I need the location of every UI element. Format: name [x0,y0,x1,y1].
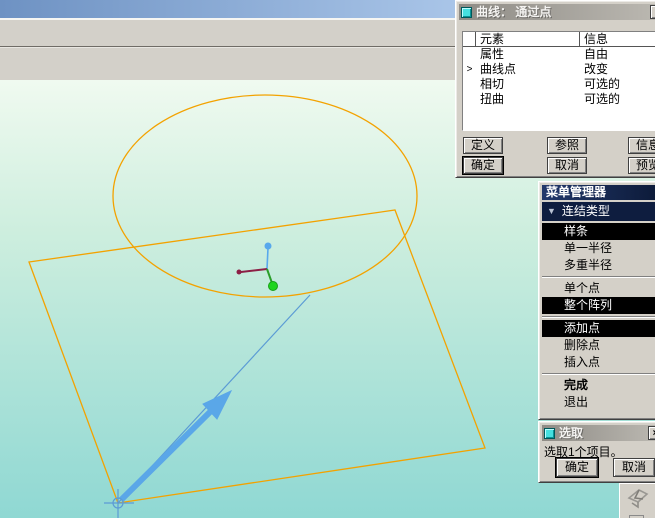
col-info: 信息 [580,32,655,46]
menu-item-quit[interactable]: 退出 [542,394,655,411]
menu-separator [542,276,655,278]
right-toolbar [619,483,655,518]
table-row[interactable]: 扭曲 可选的 [463,92,655,107]
menu-item-add-point[interactable]: 添加点 [542,320,655,337]
info-button[interactable]: 信息 [628,137,655,154]
chevron-down-icon: ▼ [547,206,556,216]
close-icon[interactable]: × [648,426,655,440]
sketch-plane-quad[interactable] [28,209,486,504]
menu-items: 样条 单一半径 多重半径 单个点 整个阵列 添加点 删除点 插入点 完成 退出 [542,223,655,416]
menu-separator [542,373,655,375]
curve-dialog: 曲线： 通过点 × 元素 信息 属性 自由 > 曲线点 改变 相切 可选 [455,0,655,178]
menu-item-spline[interactable]: 样条 [542,223,655,240]
toolbar-area [0,22,456,80]
curve-point-green[interactable] [268,281,278,291]
ok-button[interactable]: 确定 [463,157,503,174]
app-window: 曲线： 通过点 × 元素 信息 属性 自由 > 曲线点 改变 相切 可选 [0,0,655,518]
menu-section-connection-type[interactable]: ▼ 连结类型 [542,202,655,221]
menu-item-delete-point[interactable]: 删除点 [542,337,655,354]
select-dialog-titlebar[interactable]: 选取 × [542,425,655,441]
table-row[interactable]: 相切 可选的 [463,77,655,92]
menu-item-done[interactable]: 完成 [542,377,655,394]
dialog-cube-icon [544,427,555,439]
menu-section-label: 连结类型 [561,204,610,218]
select-cancel-button[interactable]: 取消 [613,458,655,477]
table-row-active[interactable]: > 曲线点 改变 [463,62,655,77]
menu-item-whole-array[interactable]: 整个阵列 [542,297,655,314]
menu-item-single-radius[interactable]: 单一半径 [542,240,655,257]
curve-point-blue[interactable] [264,242,272,250]
direction-arrow[interactable] [118,389,233,503]
element-table[interactable]: 元素 信息 属性 自由 > 曲线点 改变 相切 可选的 扭曲 可选的 [462,31,655,131]
menu-item-single-point[interactable]: 单个点 [542,280,655,297]
curve-points-triad[interactable] [236,242,278,291]
select-dialog-title: 选取 [559,426,584,440]
select-dialog: 选取 × 选取1个项目。 确定 取消 [538,421,655,483]
select-ok-button[interactable]: 确定 [556,458,598,477]
menu-manager: 菜单管理器 ▼ 连结类型 样条 单一半径 多重半径 单个点 整个阵列 添加点 删… [538,181,655,420]
sketch-ellipse[interactable] [112,94,418,298]
active-row-marker: > [466,64,473,75]
curve-dialog-titlebar[interactable]: 曲线： 通过点 × [459,4,655,20]
curve-point-maroon[interactable] [236,269,242,275]
curve-dialog-title: 曲线： 通过点 [476,5,552,19]
repaint-tool-icon[interactable] [625,486,651,510]
menu-manager-titlebar[interactable]: 菜单管理器 [542,185,655,200]
menu-item-multiple-radius[interactable]: 多重半径 [542,257,655,274]
dialog-cube-icon [461,6,472,18]
refs-button[interactable]: 参照 [547,137,587,154]
col-element: 元素 [476,32,580,46]
menu-separator [542,316,655,318]
table-row[interactable]: 属性 自由 [463,47,655,62]
define-button[interactable]: 定义 [463,137,503,154]
close-icon[interactable]: × [650,5,655,19]
element-table-header: 元素 信息 [463,32,655,47]
toolbar-divider [0,46,456,47]
cancel-button[interactable]: 取消 [547,157,587,174]
menu-item-insert-point[interactable]: 插入点 [542,354,655,371]
window-titlebar[interactable] [0,0,456,20]
preview-button[interactable]: 预览 [628,157,655,174]
